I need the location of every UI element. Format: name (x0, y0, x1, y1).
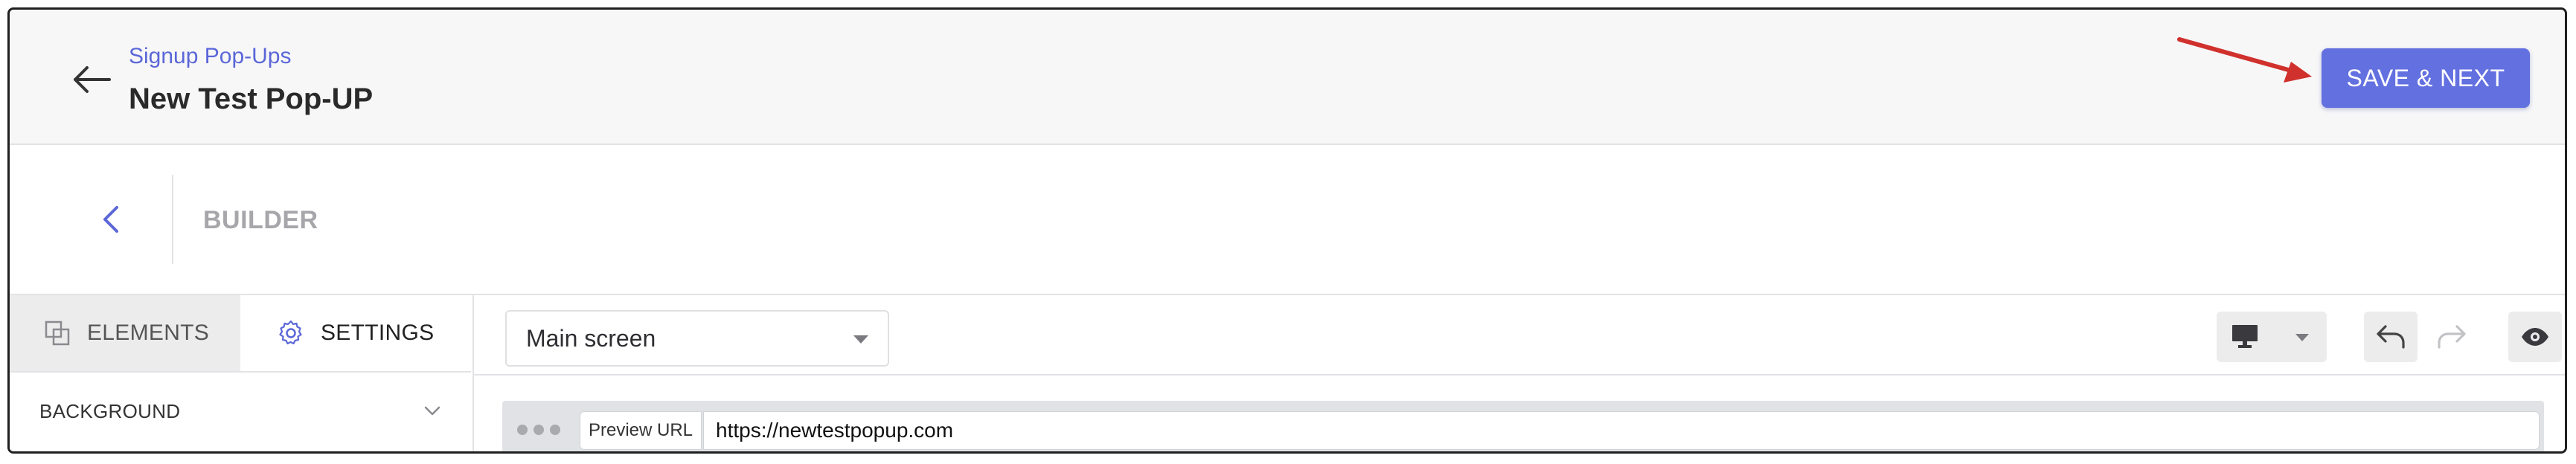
left-panel: ELEMENTS SETTINGS BACKGROUND (10, 295, 474, 451)
layers-icon (42, 318, 72, 348)
preview-url-field[interactable]: https://newtestpopup.com (703, 411, 2540, 450)
gear-icon (276, 318, 306, 348)
preview-url-label: Preview URL (580, 411, 702, 450)
chevron-left-icon (103, 206, 118, 233)
browser-bar: Preview URL https://newtestpopup.com (502, 401, 2544, 451)
preview-button[interactable] (2508, 312, 2562, 362)
app-window: Signup Pop-Ups New Test Pop-UP SAVE & NE… (7, 7, 2567, 454)
window-dots (517, 425, 560, 435)
redo-icon (2438, 325, 2466, 349)
preview-canvas: Preview URL https://newtestpopup.com (474, 376, 2565, 451)
dot (534, 425, 544, 435)
eye-icon (2522, 328, 2548, 346)
builder-bar: BUILDER (10, 145, 2565, 295)
panel-tabs: ELEMENTS SETTINGS (10, 295, 471, 373)
redo-button[interactable] (2425, 312, 2479, 362)
divider (172, 175, 173, 264)
save-and-next-button[interactable]: SAVE & NEXT (2322, 48, 2530, 108)
dot (517, 425, 528, 435)
page-header: Signup Pop-Ups New Test Pop-UP SAVE & NE… (10, 10, 2565, 145)
tab-settings-label: SETTINGS (321, 320, 435, 345)
caret-down-icon (2295, 334, 2309, 341)
builder-label: BUILDER (203, 206, 318, 234)
dot (550, 425, 560, 435)
annotation-arrow (2177, 37, 2312, 83)
undo-icon (2377, 325, 2405, 349)
tab-elements[interactable]: ELEMENTS (10, 295, 240, 371)
section-background-label: BACKGROUND (39, 399, 181, 422)
builder-back-button[interactable] (93, 202, 129, 237)
builder-toolbar: Main screen (474, 295, 2565, 376)
screen-select-value: Main screen (526, 324, 656, 352)
desktop-icon (2230, 323, 2260, 354)
undo-button[interactable] (2364, 312, 2418, 362)
device-toggle[interactable] (2217, 312, 2327, 362)
screen-select[interactable]: Main screen (505, 310, 889, 367)
tab-elements-label: ELEMENTS (87, 320, 210, 345)
caret-down-icon (853, 335, 868, 344)
tab-settings[interactable]: SETTINGS (240, 295, 471, 371)
chevron-down-icon (420, 399, 444, 423)
section-background[interactable]: BACKGROUND (10, 371, 471, 451)
